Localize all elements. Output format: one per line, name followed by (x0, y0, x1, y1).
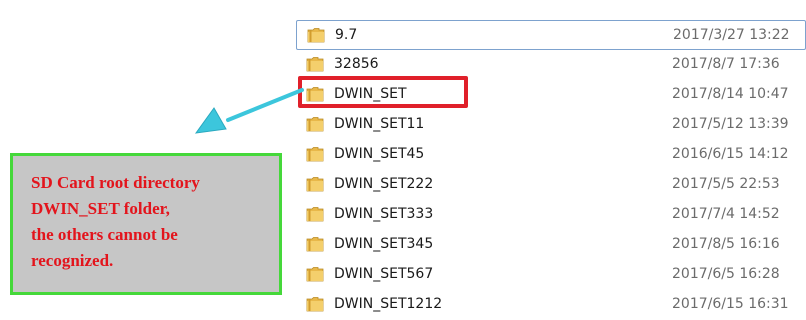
file-row[interactable]: DWIN_SET222 2017/5/5 22:53 (296, 170, 806, 200)
annotation-line: DWIN_SET folder, (31, 199, 170, 218)
file-row[interactable]: DWIN_SET333 2017/7/4 14:52 (296, 200, 806, 230)
file-date: 2017/5/12 13:39 (672, 116, 789, 132)
folder-icon (306, 206, 324, 222)
file-row[interactable]: DWIN_SET45 2016/6/15 14:12 (296, 140, 806, 170)
file-date: 2017/8/14 10:47 (672, 86, 789, 102)
file-name: 32856 (334, 56, 379, 72)
file-name: DWIN_SET11 (334, 116, 425, 132)
folder-icon (307, 27, 325, 43)
file-date: 2016/6/15 14:12 (672, 146, 789, 162)
file-name: DWIN_SET45 (334, 146, 425, 162)
file-date: 2017/6/5 16:28 (672, 266, 780, 282)
file-name: DWIN_SET1212 (334, 296, 443, 312)
file-list: 9.7 2017/3/27 13:22 32856 2017/8/7 17:36… (296, 20, 806, 320)
file-name: 9.7 (335, 27, 358, 43)
file-row[interactable]: DWIN_SET567 2017/6/5 16:28 (296, 260, 806, 290)
folder-icon (306, 296, 324, 312)
folder-icon (306, 116, 324, 132)
folder-icon (306, 56, 324, 72)
file-name: DWIN_SET333 (334, 206, 434, 222)
annotation-line: the others cannot be (31, 225, 178, 244)
file-name: DWIN_SET222 (334, 176, 434, 192)
annotation-callout: SD Card root directory DWIN_SET folder, … (10, 153, 282, 295)
folder-icon (306, 236, 324, 252)
file-date: 2017/8/7 17:36 (672, 56, 780, 72)
folder-icon (306, 266, 324, 282)
file-row[interactable]: DWIN_SET345 2017/8/5 16:16 (296, 230, 806, 260)
file-row[interactable]: 9.7 2017/3/27 13:22 (296, 20, 806, 50)
highlight-box (298, 76, 468, 108)
file-name: DWIN_SET567 (334, 266, 434, 282)
annotation-line: recognized. (31, 251, 114, 270)
file-date: 2017/8/5 16:16 (672, 236, 780, 252)
annotation-line: SD Card root directory (31, 173, 200, 192)
file-row[interactable]: DWIN_SET11 2017/5/12 13:39 (296, 110, 806, 140)
annotation-text: SD Card root directory DWIN_SET folder, … (31, 170, 265, 274)
folder-icon (306, 146, 324, 162)
screenshot-canvas: 9.7 2017/3/27 13:22 32856 2017/8/7 17:36… (0, 0, 806, 320)
file-date: 2017/3/27 13:22 (673, 27, 790, 43)
file-date: 2017/6/15 16:31 (672, 296, 789, 312)
file-date: 2017/7/4 14:52 (672, 206, 780, 222)
folder-icon (306, 176, 324, 192)
file-name: DWIN_SET345 (334, 236, 434, 252)
file-row[interactable]: DWIN_SET1212 2017/6/15 16:31 (296, 290, 806, 320)
file-date: 2017/5/5 22:53 (672, 176, 780, 192)
